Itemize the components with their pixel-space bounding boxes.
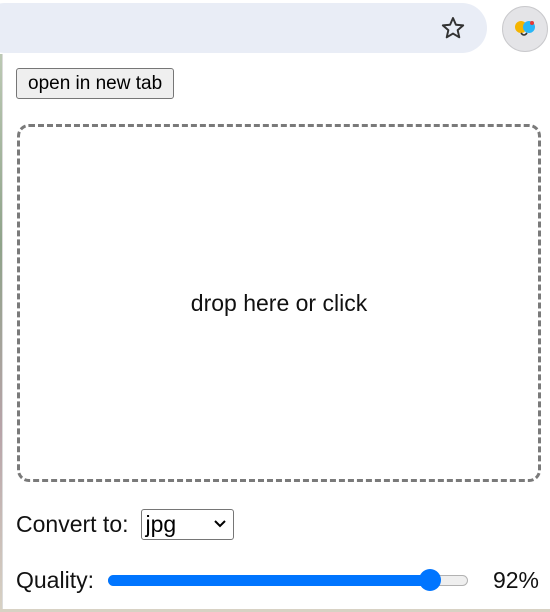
quality-row: Quality: 92% xyxy=(16,564,541,596)
format-selected-value: jpg xyxy=(145,510,177,537)
convert-label: Convert to: xyxy=(16,510,129,537)
extension-avatar-icon xyxy=(515,21,535,36)
extension-button[interactable] xyxy=(502,6,548,52)
quality-label: Quality: xyxy=(16,566,94,593)
quality-slider[interactable] xyxy=(107,569,468,591)
slider-thumb[interactable] xyxy=(418,569,441,591)
convert-row: Convert to: jpg xyxy=(16,508,234,540)
open-in-new-tab-button[interactable]: open in new tab xyxy=(16,68,175,99)
browser-toolbar xyxy=(0,0,550,54)
dropzone-label: drop here or click xyxy=(190,289,368,316)
quality-value: 92% xyxy=(492,566,539,593)
chevron-down-icon xyxy=(213,520,226,528)
slider-fill xyxy=(107,575,430,586)
address-bar[interactable] xyxy=(0,3,487,53)
bookmark-star-button[interactable] xyxy=(434,9,472,47)
extension-popup: open in new tab drop here or click Conve… xyxy=(2,54,550,609)
star-icon xyxy=(441,17,465,39)
file-dropzone[interactable]: drop here or click xyxy=(17,124,541,482)
format-select[interactable]: jpg xyxy=(140,508,234,540)
